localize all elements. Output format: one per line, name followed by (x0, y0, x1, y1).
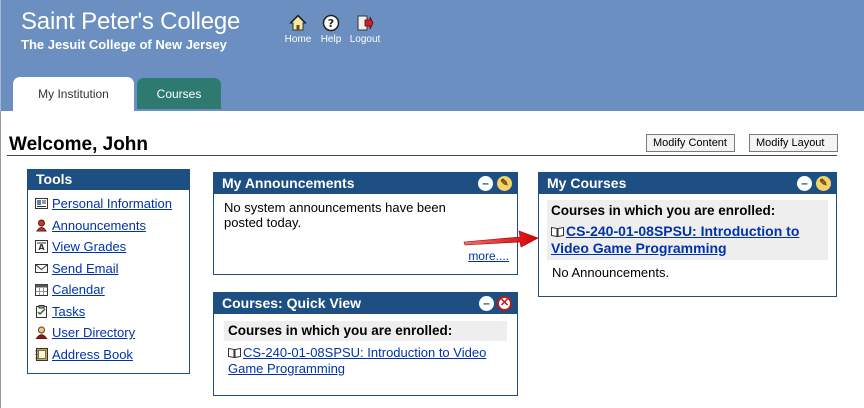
tools-link-view-grades[interactable]: View Grades (52, 239, 126, 254)
announcements-title: My Announcements (222, 175, 355, 191)
announcements-module: My Announcements – ✎ No system announcem… (213, 172, 518, 275)
tools-list: Personal Information Announcements A Vie… (28, 190, 189, 365)
my-courses-course-link[interactable]: CS-240-01-08SPSU: Introduction to Video … (547, 221, 828, 260)
svg-text:A: A (38, 243, 45, 252)
quick-view-course-label: CS-240-01-08SPSU: Introduction to Video … (228, 345, 487, 376)
quick-view-course-link[interactable]: CS-240-01-08SPSU: Introduction to Video … (228, 345, 507, 377)
tab-courses[interactable]: Courses (137, 78, 221, 109)
announcements-text: No system announcements have been posted… (224, 200, 446, 230)
svg-text:?: ? (328, 17, 334, 30)
modify-content-button[interactable]: Modify Content (646, 134, 735, 152)
tools-link-announcements[interactable]: Announcements (52, 218, 146, 233)
my-courses-header: My Courses – ✎ (539, 173, 836, 194)
my-courses-subheading: Courses in which you are enrolled: (547, 200, 828, 221)
my-courses-module: My Courses – ✎ Courses in which you are … (538, 172, 837, 297)
announcements-header: My Announcements – ✎ (214, 173, 517, 194)
minimize-icon[interactable]: – (478, 176, 493, 191)
quick-view-header: Courses: Quick View – ✕ (214, 293, 517, 314)
title-divider (7, 155, 837, 156)
page-left-border (0, 111, 1, 408)
tools-link-calendar[interactable]: Calendar (52, 282, 105, 297)
home-icon (289, 14, 307, 31)
header-banner: Saint Peter's College The Jesuit College… (0, 0, 864, 111)
book-icon (551, 226, 564, 238)
logout-label: Logout (349, 34, 381, 45)
college-name: Saint Peter's College (21, 8, 241, 35)
tools-item-announcements: Announcements (35, 215, 189, 237)
address-book-icon (35, 347, 48, 361)
grades-icon: A (35, 240, 48, 254)
tools-module: Tools Personal Information Announcements… (27, 169, 190, 374)
logout-link[interactable]: Logout (345, 14, 385, 45)
modify-layout-button[interactable]: Modify Layout (749, 134, 838, 152)
tools-link-address-book[interactable]: Address Book (52, 347, 133, 362)
edit-icon[interactable]: ✎ (816, 176, 831, 191)
tools-item-personal-information: Personal Information (35, 193, 189, 215)
quick-view-title: Courses: Quick View (222, 295, 362, 311)
announcements-more-link[interactable]: more.... (468, 249, 509, 263)
tab-my-institution[interactable]: My Institution (13, 77, 134, 111)
help-link[interactable]: ? Help (317, 14, 345, 45)
announcements-icon (36, 219, 47, 232)
tools-link-personal-information[interactable]: Personal Information (52, 196, 172, 211)
quick-view-module: Courses: Quick View – ✕ Courses in which… (213, 292, 518, 396)
tools-link-tasks[interactable]: Tasks (52, 304, 85, 319)
quick-view-subheading: Courses in which you are enrolled: (224, 321, 507, 341)
user-directory-icon (35, 326, 48, 340)
tools-item-calendar: Calendar (35, 279, 189, 301)
home-link[interactable]: Home (279, 14, 317, 45)
help-label: Help (320, 34, 342, 45)
header-nav: Home ? Help Logout (279, 14, 385, 45)
college-subtitle: The Jesuit College of New Jersey (21, 37, 227, 52)
page-title: Welcome, John (9, 134, 149, 155)
tools-link-send-email[interactable]: Send Email (52, 261, 118, 276)
my-courses-title: My Courses (547, 175, 627, 191)
tasks-icon (36, 304, 47, 318)
my-courses-no-announcements: No Announcements. (552, 265, 670, 280)
edit-icon[interactable]: ✎ (497, 176, 512, 191)
home-label: Home (284, 34, 312, 45)
tools-header: Tools (28, 170, 189, 190)
email-icon (35, 263, 48, 273)
minimize-icon[interactable]: – (797, 176, 812, 191)
minimize-icon[interactable]: – (479, 296, 494, 311)
my-courses-course-label: CS-240-01-08SPSU: Introduction to Video … (551, 223, 800, 256)
tools-item-send-email: Send Email (35, 258, 189, 280)
tools-item-address-book: Address Book (35, 344, 189, 366)
logout-icon (357, 15, 374, 31)
calendar-icon (35, 284, 48, 297)
tools-item-tasks: Tasks (35, 301, 189, 323)
personal-info-icon (35, 198, 48, 210)
tools-item-view-grades: A View Grades (35, 236, 189, 258)
help-icon: ? (322, 14, 340, 32)
close-icon[interactable]: ✕ (497, 296, 512, 311)
tools-item-user-directory: User Directory (35, 322, 189, 344)
book-icon (228, 347, 241, 359)
tools-link-user-directory[interactable]: User Directory (52, 325, 135, 340)
callout-arrow-icon (463, 230, 539, 248)
